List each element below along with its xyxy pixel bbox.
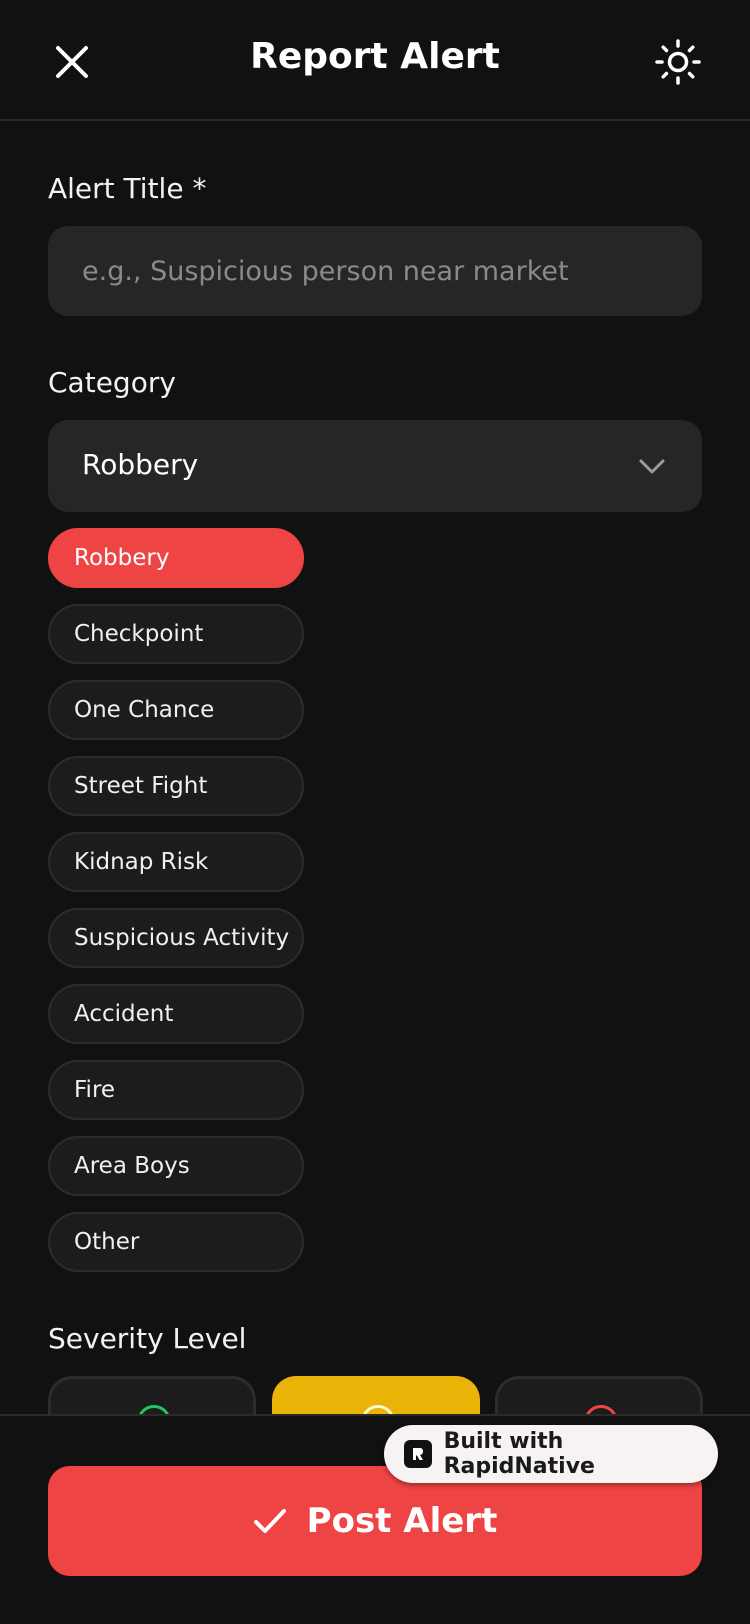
- category-label: Category: [48, 366, 176, 399]
- page-title: Report Alert: [250, 36, 500, 77]
- category-chip-robbery[interactable]: Robbery: [48, 528, 304, 588]
- theme-toggle-button[interactable]: [652, 36, 704, 88]
- category-chip-fire[interactable]: Fire: [48, 1060, 304, 1120]
- built-with-label: Built with RapidNative: [443, 1429, 595, 1479]
- severity-label: Severity Level: [48, 1322, 247, 1355]
- category-select-value: Robbery: [82, 448, 199, 481]
- category-chip-accident[interactable]: Accident: [48, 984, 304, 1044]
- category-select[interactable]: Robbery: [48, 420, 702, 512]
- rapidnative-logo-icon: [404, 1440, 432, 1468]
- category-chip-one-chance[interactable]: One Chance: [48, 680, 304, 740]
- category-chip-suspicious-activity[interactable]: Suspicious Activity: [48, 908, 304, 968]
- category-chip-other[interactable]: Other: [48, 1212, 304, 1272]
- category-chip-kidnap-risk[interactable]: Kidnap Risk: [48, 832, 304, 892]
- category-chip-street-fight[interactable]: Street Fight: [48, 756, 304, 816]
- category-chip-area-boys[interactable]: Area Boys: [48, 1136, 304, 1196]
- alert-title-input[interactable]: [48, 226, 702, 316]
- chevron-down-icon: [639, 459, 665, 474]
- category-chip-checkpoint[interactable]: Checkpoint: [48, 604, 304, 664]
- sun-icon: [655, 39, 701, 85]
- post-alert-label: Post Alert: [306, 1501, 498, 1541]
- header: Report Alert: [0, 0, 750, 121]
- alert-title-label: Alert Title *: [48, 172, 207, 205]
- built-with-badge[interactable]: Built with RapidNative: [384, 1425, 718, 1483]
- check-icon: [253, 1509, 286, 1533]
